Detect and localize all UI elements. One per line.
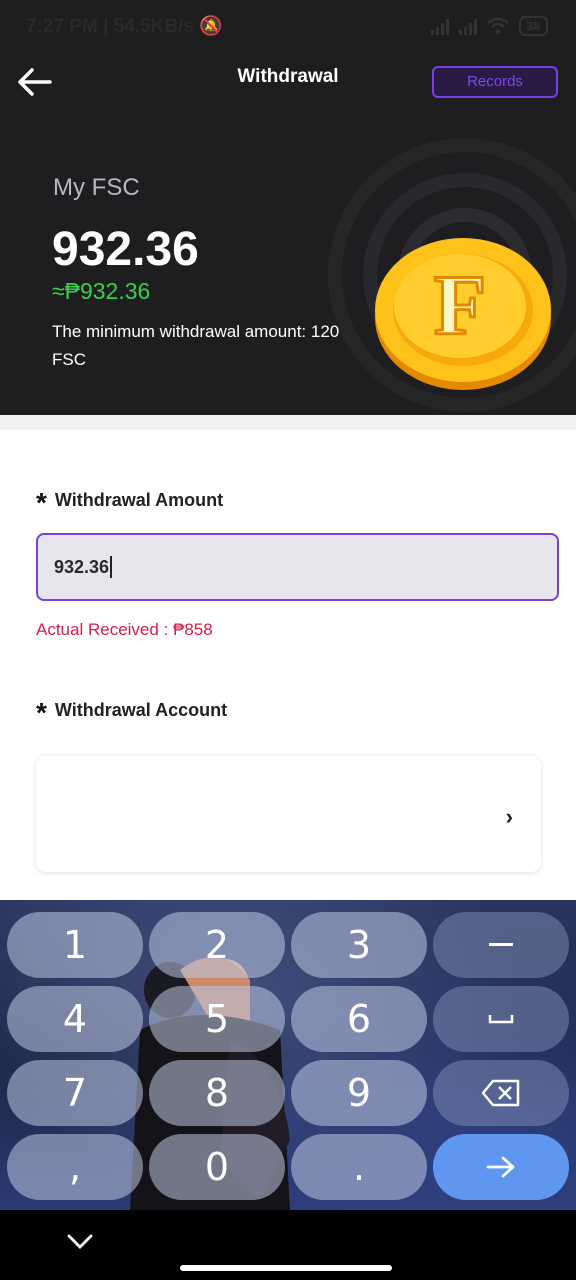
wifi-icon: [486, 17, 509, 35]
amount-label-text: Withdrawal Amount: [54, 489, 224, 510]
minimum-note: The minimum withdrawal amount: 120 FSC: [52, 322, 340, 369]
key-7[interactable]: 7: [7, 1060, 143, 1126]
key-period[interactable]: .: [291, 1134, 427, 1200]
key-enter[interactable]: [433, 1134, 569, 1200]
svg-text:F: F: [434, 257, 487, 353]
key-8[interactable]: 8: [149, 1060, 285, 1126]
clock: 7:27 PM: [26, 16, 98, 37]
key-backspace[interactable]: [433, 1060, 569, 1126]
balance-amount: 932.36: [52, 223, 199, 276]
signal-icon-2: [458, 17, 477, 35]
key-5[interactable]: 5: [149, 986, 285, 1052]
backspace-icon: [481, 1079, 520, 1107]
account-selector[interactable]: ›: [36, 756, 541, 872]
battery-icon: 38: [518, 16, 548, 36]
status-time: 7:27 PM | 54.5KB/s 🔕: [26, 16, 223, 37]
key-2[interactable]: 2: [149, 912, 285, 978]
balance-header: 7:27 PM | 54.5KB/s 🔕 38 Withdrawal Recor…: [0, 0, 576, 415]
minus-icon: [489, 943, 513, 946]
key-3[interactable]: 3: [291, 912, 427, 978]
text-caret: [110, 556, 112, 578]
key-9[interactable]: 9: [291, 1060, 427, 1126]
home-gesture-bar[interactable]: [180, 1265, 392, 1271]
balance-label: My FSC: [53, 174, 140, 201]
key-1[interactable]: 1: [7, 912, 143, 978]
key-space[interactable]: [433, 986, 569, 1052]
amount-input[interactable]: 932.36: [36, 533, 559, 601]
key-0[interactable]: 0: [149, 1134, 285, 1200]
withdrawal-form: * Withdrawal Amount 932.36 Actual Receiv…: [0, 430, 576, 910]
peso-equivalent: ≈₱932.36: [52, 278, 151, 304]
key-6[interactable]: 6: [291, 986, 427, 1052]
key-comma[interactable]: ,: [7, 1134, 143, 1200]
key-4[interactable]: 4: [7, 986, 143, 1052]
key-minus[interactable]: [433, 912, 569, 978]
amount-label: * Withdrawal Amount: [36, 487, 224, 518]
mute-icon: 🔕: [199, 16, 223, 37]
records-button[interactable]: Records: [432, 66, 558, 98]
network-speed: 54.5KB/s: [113, 16, 194, 37]
status-icons: 38: [430, 16, 548, 36]
amount-value: 932.36: [54, 556, 110, 577]
chevron-down-icon[interactable]: [66, 1232, 94, 1252]
space-icon: [488, 1015, 514, 1024]
signal-icon: [430, 17, 449, 35]
required-marker-2: *: [36, 697, 47, 728]
actual-received: Actual Received : ₱858: [36, 620, 213, 639]
account-label: * Withdrawal Account: [36, 697, 228, 728]
enter-arrow-icon: [486, 1156, 515, 1178]
account-label-text: Withdrawal Account: [54, 699, 228, 720]
status-bar: 7:27 PM | 54.5KB/s 🔕 38: [0, 0, 576, 52]
coin-icon: F: [375, 238, 551, 390]
required-marker: *: [36, 487, 47, 518]
numeric-keyboard: 1 2 3 4 5 6 7 8 9 , 0 .: [0, 900, 576, 1210]
system-nav-bar: [0, 1210, 576, 1280]
chevron-right-icon: ›: [505, 804, 513, 829]
